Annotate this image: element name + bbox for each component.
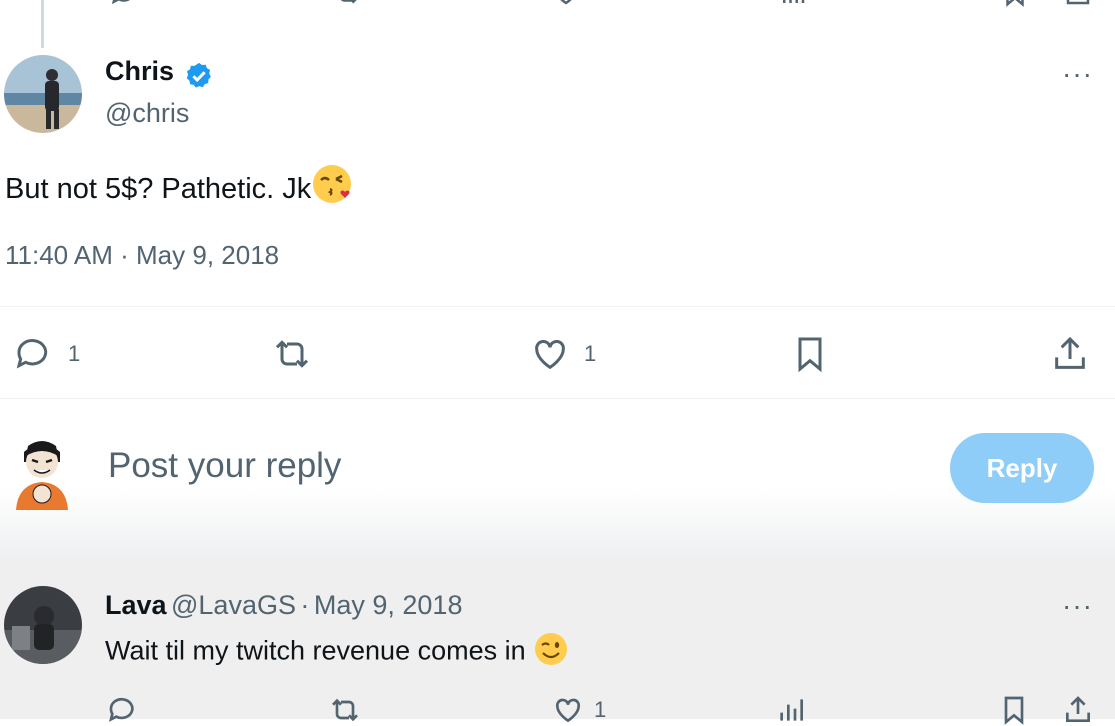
reply-avatar-photo [4, 586, 82, 664]
like-icon[interactable] [550, 0, 582, 8]
repost-icon[interactable] [330, 0, 364, 8]
tweet-timestamp[interactable]: 11:40 AM · May 9, 2018 [5, 240, 279, 271]
share-action[interactable] [1050, 334, 1090, 374]
reply-count: 1 [68, 341, 81, 366]
reply-input[interactable]: Post your reply [108, 446, 341, 486]
reply-icon[interactable] [110, 0, 140, 8]
tweet-text-content: But not 5$? Pathetic. Jk [5, 173, 312, 206]
share-icon [1055, 336, 1085, 369]
divider [0, 306, 1115, 307]
heart-icon [535, 340, 565, 370]
like-action[interactable]: 1 [530, 334, 596, 374]
reply-like-action[interactable]: 1 [552, 694, 606, 726]
author-name[interactable]: Chris [105, 56, 174, 86]
author-name-row: Chris [105, 56, 214, 91]
views-icon[interactable] [778, 0, 808, 8]
reply-more-options-icon[interactable]: ··· [1062, 590, 1093, 622]
reply-icon[interactable] [107, 694, 139, 726]
repost-icon[interactable] [327, 694, 363, 726]
views-icon[interactable] [775, 694, 807, 726]
reply-separator: · [300, 590, 310, 620]
reply-icon [16, 339, 48, 369]
winking-face-icon [533, 631, 569, 674]
verified-badge-icon [187, 62, 212, 88]
reply-date[interactable]: May 9, 2018 [314, 590, 463, 620]
reply-author-avatar[interactable] [4, 586, 82, 664]
author-avatar[interactable] [4, 55, 82, 133]
share-icon[interactable] [1063, 0, 1093, 8]
tweet-text: But not 5$? Pathetic. Jk [5, 162, 355, 219]
kissing-winking-face-icon [311, 162, 355, 219]
current-user-avatar[interactable] [10, 432, 74, 510]
heart-icon [555, 698, 581, 723]
reply-header: Lava @LavaGS · May 9, 2018 [105, 590, 462, 621]
reply-like-count: 1 [594, 697, 607, 722]
reply-text: Wait til my twitch revenue comes in [105, 631, 569, 674]
share-icon[interactable] [1062, 694, 1094, 726]
reply-text-content: Wait til my twitch revenue comes in [105, 635, 526, 666]
bookmark-action[interactable] [790, 334, 830, 374]
repost-icon [275, 340, 309, 368]
more-options-icon[interactable]: ··· [1062, 58, 1093, 90]
avatar-photo [4, 55, 82, 133]
bookmark-icon[interactable] [1000, 0, 1030, 8]
previous-tweet-actions [0, 0, 1115, 8]
avatar-drawing [16, 441, 68, 510]
like-count: 1 [584, 341, 597, 366]
bookmark-icon [798, 337, 822, 373]
bookmark-icon[interactable] [998, 694, 1030, 726]
reply-button[interactable]: Reply [950, 433, 1094, 503]
repost-action[interactable] [270, 334, 314, 374]
reply-author-handle[interactable]: @LavaGS [171, 590, 296, 620]
reply-author-name[interactable]: Lava [105, 590, 167, 620]
author-handle[interactable]: @chris [105, 98, 189, 129]
reply-action[interactable]: 1 [14, 334, 80, 374]
